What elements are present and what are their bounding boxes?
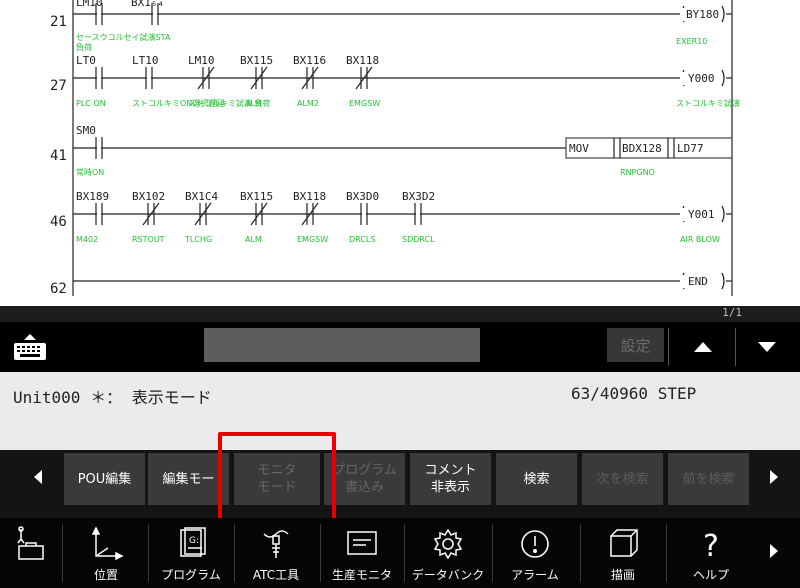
axis-icon	[91, 526, 124, 561]
nav-data-bank[interactable]: データバンク	[406, 518, 490, 588]
triangle-down-icon	[758, 342, 776, 352]
device-comment: M402	[76, 235, 98, 244]
highlight-frame	[218, 432, 336, 524]
contact-device: LM10	[76, 0, 103, 9]
nav-tools[interactable]	[0, 518, 62, 588]
ladder-diagram[interactable]: 21 27 41 46 62 LM10 BX1₅₄ LT0 LT10 LM10 …	[0, 0, 800, 306]
set-button[interactable]: 設定	[607, 328, 664, 362]
contact-device: LT10	[132, 54, 159, 67]
device-comment: 負荷	[76, 42, 92, 52]
nav-label: プログラム	[161, 568, 221, 582]
contact-device: BX1₅₄	[131, 0, 164, 9]
coil-device: Y000	[688, 72, 715, 85]
device-comment: RSTOUT	[132, 235, 165, 244]
contact-device: BX118	[346, 54, 379, 67]
nav-atc-tool[interactable]: ATC工具	[234, 518, 318, 588]
device-comment: RNPGNO	[620, 168, 655, 177]
command-input[interactable]	[204, 328, 480, 362]
nav-help[interactable]: ? ヘルプ	[668, 518, 754, 588]
device-comment: ALM	[245, 235, 262, 244]
ladder-canvas: 21 27 41 46 62 LM10 BX1₅₄ LT0 LT10 LM10 …	[50, 0, 740, 297]
contact-device: LT0	[76, 54, 96, 67]
contact-device: BX189	[76, 190, 109, 203]
svg-text:G:: G:	[189, 536, 199, 546]
nav-draw[interactable]: 描画	[580, 518, 666, 588]
monitor-icon	[347, 531, 377, 555]
step-number: 62	[50, 281, 67, 297]
nav-label: 描画	[610, 568, 635, 582]
triangle-up-icon	[694, 342, 712, 352]
coil-device: Y001	[688, 208, 715, 221]
svg-text:?: ?	[703, 529, 719, 562]
contact-device: BX3D0	[346, 190, 379, 203]
nav-next-icon[interactable]	[770, 544, 778, 558]
step-number: 46	[50, 214, 67, 230]
nav-label: アラーム	[511, 568, 559, 582]
divider	[668, 328, 669, 366]
contact-device: SM0	[76, 124, 96, 137]
program-icon: G:	[180, 527, 206, 557]
softkey-search-next[interactable]: 次を検索	[582, 453, 663, 505]
mov-operand: LD77	[677, 142, 704, 155]
device-comment: PLC ON	[76, 99, 106, 108]
scroll-down-button[interactable]	[736, 322, 798, 372]
device-comment: ストコルキミ試演	[676, 98, 740, 108]
alarm-icon	[521, 530, 549, 558]
device-comment: TLCHG	[184, 235, 212, 244]
device-comment: SDDRCL	[402, 235, 435, 244]
device-comment: EXER10	[676, 37, 707, 46]
step-number: 41	[50, 148, 67, 164]
contact-device: BX1C4	[185, 190, 218, 203]
softkey-search[interactable]: 検索	[496, 453, 577, 505]
contact-device: LM10	[188, 54, 215, 67]
device-comment: ALM	[245, 99, 262, 108]
keyboard-icon	[14, 334, 46, 360]
contact-device: BX102	[132, 190, 165, 203]
toolbox-icon	[17, 526, 44, 560]
nav-label: 生産モニタ	[331, 568, 392, 582]
step-number: 27	[50, 78, 67, 94]
contact-device: BX115	[240, 54, 273, 67]
page-indicator: 1/1	[722, 306, 742, 319]
coil-device: BY180	[686, 8, 719, 21]
softkey-pou-edit[interactable]: POU編集	[64, 453, 145, 505]
cube-icon	[610, 529, 638, 557]
contact-device: BX116	[293, 54, 326, 67]
device-comment: EMGSW	[349, 99, 380, 108]
device-comment: ALM2	[297, 99, 319, 108]
contact-device: BX115	[240, 190, 273, 203]
scroll-up-button[interactable]	[672, 322, 734, 372]
contact-device: BX3D2	[402, 190, 435, 203]
nav-label: データバンク	[411, 568, 485, 582]
softkey-edit-mode[interactable]: 編集モー	[148, 453, 229, 505]
mov-operand: BDX128	[622, 142, 662, 155]
nav-label: ヘルプ	[692, 568, 729, 582]
softkey-search-prev[interactable]: 前を検索	[668, 453, 749, 505]
softkey-next-icon[interactable]	[770, 470, 778, 484]
gear-icon	[433, 528, 463, 560]
device-comment: 常時ON	[76, 168, 104, 177]
keyboard-button[interactable]	[12, 334, 48, 362]
contact-device: BX118	[293, 190, 326, 203]
nav-label: 位置	[93, 568, 118, 582]
help-icon: ?	[703, 529, 719, 562]
softkey-prev-icon[interactable]	[34, 470, 42, 484]
nav-production-monitor[interactable]: 生産モニタ	[320, 518, 404, 588]
nav-alarm[interactable]: アラーム	[492, 518, 578, 588]
device-comment: セースウコルセイ試演STA	[76, 32, 171, 42]
softkey-hide-comment[interactable]: コメント 非表示	[410, 453, 491, 505]
end-instruction: END	[688, 275, 708, 288]
device-comment: AIR BLOW	[680, 235, 720, 244]
device-comment: EMGSW	[297, 235, 328, 244]
softkey-program-write[interactable]: プログラム 書込み	[324, 453, 405, 505]
step-count: 63/40960 STEP	[571, 384, 697, 403]
nav-position[interactable]: 位置	[66, 518, 146, 588]
mov-instruction: MOV	[569, 142, 589, 155]
nav-label: ATC工具	[252, 568, 300, 582]
nav-program[interactable]: G: プログラム	[148, 518, 234, 588]
mode-status: Unit000 ＊： 表示モード	[13, 388, 212, 407]
step-number: 21	[50, 14, 67, 30]
device-comment: DRCLS	[349, 235, 375, 244]
tool-icon	[263, 530, 289, 558]
